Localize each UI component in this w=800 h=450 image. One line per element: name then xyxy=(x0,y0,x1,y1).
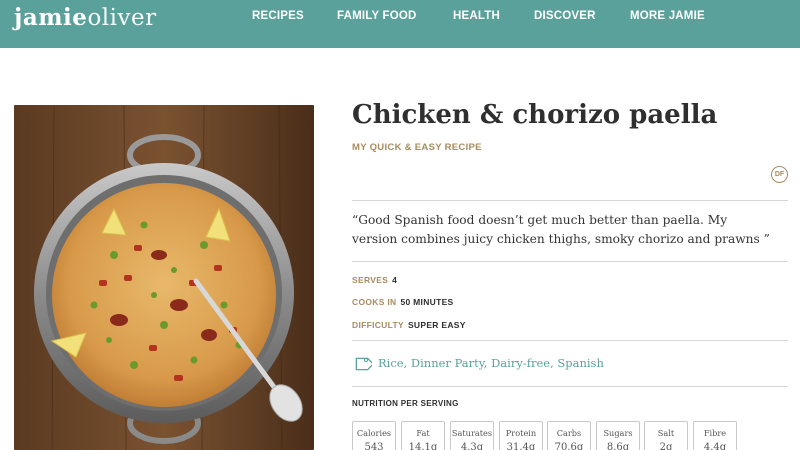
nutrition-label: Carbs xyxy=(556,428,582,438)
nutrition-label: Salt xyxy=(657,428,675,438)
cooks-in-label: COOKS IN xyxy=(352,297,397,307)
main-nav: RECIPES FAMILY FOOD HEALTH DISCOVER MORE… xyxy=(0,10,800,26)
nav-recipes[interactable]: RECIPES xyxy=(252,10,304,22)
nutrition-fat: Fat 14.1g xyxy=(401,421,445,450)
tag-separator: , xyxy=(483,356,492,370)
nutrition-value: 8.6g xyxy=(606,442,630,450)
tag-dairy-free[interactable]: Dairy-free xyxy=(491,356,550,370)
nutrition-label: Calories xyxy=(356,428,392,438)
nutrition-sugars: Sugars 8.6g xyxy=(596,421,640,450)
difficulty-value: SUPER EASY xyxy=(407,320,466,330)
nutrition-calories: Calories 543 xyxy=(352,421,396,450)
nutrition-value: 70.6g xyxy=(554,442,584,450)
nutrition-label: Sugars xyxy=(603,428,633,438)
difficulty-row: DIFFICULTY SUPER EASY xyxy=(352,320,466,330)
divider xyxy=(352,200,788,201)
nutrition-label: Fibre xyxy=(703,428,727,438)
recipe-subtitle: MY QUICK & EASY RECIPE xyxy=(352,142,482,153)
recipe-photo xyxy=(14,105,314,450)
nav-health[interactable]: HEALTH xyxy=(453,10,500,22)
nutrition-carbs: Carbs 70.6g xyxy=(547,421,591,450)
tag-icon xyxy=(355,357,372,371)
nutrition-fibre: Fibre 4.4g xyxy=(693,421,737,450)
nutrition-value: 4.3g xyxy=(460,442,484,450)
cooks-in-row: COOKS IN 50 MINUTES xyxy=(352,297,454,307)
tag-rice[interactable]: Rice xyxy=(378,356,404,370)
nutrition-value: 543 xyxy=(364,442,384,450)
recipe-title: Chicken & chorizo paella xyxy=(352,100,718,130)
serves-row: SERVES 4 xyxy=(352,275,397,285)
nutrition-label: Saturates xyxy=(451,428,493,438)
recipe-tags: Rice, Dinner Party, Dairy-free, Spanish xyxy=(378,356,604,370)
nutrition-value: 4.4g xyxy=(703,442,727,450)
divider xyxy=(352,386,788,387)
nutrition-label: Fat xyxy=(416,428,430,438)
nav-family-food[interactable]: FAMILY FOOD xyxy=(337,10,417,22)
nutrition-value: 31.4g xyxy=(506,442,536,450)
divider xyxy=(352,261,788,262)
nutrition-label: Protein xyxy=(505,428,537,438)
top-navigation-bar: jamieoliver RECIPES FAMILY FOOD HEALTH D… xyxy=(0,0,800,48)
nav-discover[interactable]: DISCOVER xyxy=(534,10,596,22)
nutrition-title: NUTRITION PER SERVING xyxy=(352,399,459,408)
tag-dinner-party[interactable]: Dinner Party xyxy=(411,356,484,370)
serves-label: SERVES xyxy=(352,275,389,285)
nutrition-value: 2g xyxy=(659,442,673,450)
recipe-quote: “Good Spanish food doesn’t get much bett… xyxy=(352,213,770,246)
nutrition-saturates: Saturates 4.3g xyxy=(450,421,494,450)
nutrition-salt: Salt 2g xyxy=(644,421,688,450)
dairy-free-badge-icon: DF xyxy=(771,166,788,183)
divider xyxy=(352,340,788,341)
tag-spanish[interactable]: Spanish xyxy=(557,356,604,370)
difficulty-label: DIFFICULTY xyxy=(352,320,404,330)
tag-separator: , xyxy=(403,356,411,370)
serves-value: 4 xyxy=(392,275,398,285)
nutrition-protein: Protein 31.4g xyxy=(499,421,543,450)
nav-more-jamie[interactable]: MORE JAMIE xyxy=(630,10,705,22)
nutrition-value: 14.1g xyxy=(408,442,438,450)
cooks-in-value: 50 MINUTES xyxy=(400,297,454,307)
